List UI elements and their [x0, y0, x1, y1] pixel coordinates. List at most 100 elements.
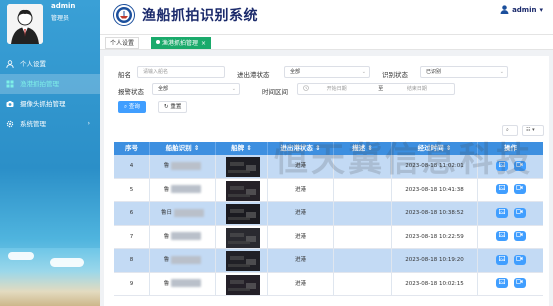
port-status-value: 全部	[290, 69, 301, 75]
cell-plate[interactable]	[216, 178, 268, 201]
reset-button[interactable]: ↻ 重置	[158, 101, 188, 113]
view-image-button[interactable]	[495, 278, 508, 288]
col-header-plate[interactable]: 船牌 ⇕	[216, 142, 268, 155]
cell-plate[interactable]	[216, 202, 268, 225]
plate-image[interactable]	[226, 227, 260, 248]
cell-plate[interactable]	[216, 225, 268, 248]
sidebar-user-role: 管理员	[51, 15, 70, 22]
time-range-label: 时间区间	[262, 88, 288, 96]
blurred-ship-id	[171, 161, 202, 170]
search-button-label: 查询	[128, 104, 140, 110]
user-icon	[6, 60, 14, 68]
close-icon[interactable]: ×	[201, 40, 206, 47]
view-image-button[interactable]	[495, 160, 508, 171]
play-video-button[interactable]	[513, 278, 526, 288]
cell-plate[interactable]	[216, 249, 268, 272]
chevron-down-icon: ▾	[532, 127, 535, 133]
plate-image[interactable]	[226, 180, 260, 201]
tab-port-capture[interactable]: 渔港抓拍管理 ×	[151, 37, 212, 49]
cell-ship: 鲁	[150, 225, 216, 248]
play-video-button[interactable]	[513, 160, 526, 171]
table-row[interactable]: 5 鲁 进港 2023-08-18 10:41:38	[114, 178, 543, 202]
table-row[interactable]: 9 鲁 进港 2023-08-18 10:02:15	[114, 272, 543, 296]
recog-status-select[interactable]: 已识别 ⌄	[420, 66, 508, 78]
col-header-label: 进出港状态	[280, 144, 313, 152]
col-header-time[interactable]: 经过时间 ⇕	[392, 142, 478, 155]
plate-image[interactable]	[226, 204, 260, 224]
cell-desc	[334, 202, 392, 225]
sidebar-item-port-capture[interactable]: 渔港抓拍管理	[0, 74, 100, 94]
cell-actions	[478, 226, 543, 249]
cell-actions	[478, 179, 543, 202]
blurred-ship-id	[171, 279, 202, 287]
alarm-status-label: 报警状态	[118, 88, 144, 96]
sidebar-item-personal-settings[interactable]: 个人设置	[0, 54, 100, 74]
table-row[interactable]: 7 鲁 进港 2023-08-18 10:22:59	[114, 225, 543, 249]
toolbar-columns-toggle[interactable]: ☷ ▾	[522, 125, 544, 136]
plate-image[interactable]	[226, 251, 260, 271]
ship-prefix: 鲁	[163, 280, 170, 287]
ship-prefix: 鲁日	[160, 210, 172, 216]
table-row[interactable]: 4 鲁 进港 2023-08-18 11:02:01	[114, 155, 543, 179]
table-header: 序号 船舶识别 ⇕ 船牌 ⇕ 进出港状态 ⇕ 描述 ⇕ 经过时间 ⇕ 操作	[114, 142, 543, 155]
cell-time: 2023-08-18 10:22:59	[392, 225, 478, 248]
port-status-select[interactable]: 全部 ⌄	[284, 66, 370, 78]
table-row[interactable]: 8 鲁 进港 2023-08-18 10:19:20	[114, 249, 543, 273]
cell-time: 2023-08-18 10:38:52	[392, 202, 478, 225]
view-image-button[interactable]	[495, 184, 508, 194]
col-header-label: 经过时间	[417, 144, 444, 152]
cell-plate[interactable]	[216, 272, 268, 295]
video-icon	[516, 279, 523, 284]
cell-ship: 鲁	[150, 249, 216, 272]
col-header-ship[interactable]: 船舶识别 ⇕	[150, 142, 216, 155]
search-button[interactable]: ⌕ 查询	[118, 101, 146, 113]
cell-actions	[478, 249, 543, 272]
cell-plate[interactable]	[216, 155, 268, 178]
header-user-menu[interactable]: admin ▾	[500, 5, 543, 14]
cell-time: 2023-08-18 10:02:15	[392, 272, 478, 295]
col-header-desc[interactable]: 描述 ⇕	[334, 142, 392, 155]
toolbar-search-toggle[interactable]: ⌕	[502, 125, 518, 136]
ship-name-input[interactable]: 请输入船名	[137, 66, 225, 78]
tab-bar: 个人设置 渔港抓拍管理 ×	[100, 34, 553, 50]
play-video-button[interactable]	[513, 231, 526, 241]
active-dot-icon	[156, 40, 160, 44]
video-icon	[516, 161, 523, 167]
recog-status-label: 识别状态	[382, 71, 408, 79]
sidebar-item-camera-capture[interactable]: 摄像头抓拍管理	[0, 94, 100, 114]
image-icon	[498, 279, 505, 285]
cell-time: 2023-08-18 10:41:38	[392, 178, 478, 201]
sidebar-item-label: 摄像头抓拍管理	[20, 100, 66, 108]
cell-port-status: 进港	[268, 178, 334, 201]
plate-image[interactable]	[226, 157, 260, 177]
time-range-picker[interactable]: 开始日期 至 结束日期	[297, 83, 455, 95]
image-icon	[498, 185, 505, 191]
view-image-button[interactable]	[495, 231, 508, 241]
alarm-status-select[interactable]: 全部 ⌄	[152, 83, 240, 95]
image-icon	[498, 255, 505, 261]
col-header-index[interactable]: 序号	[114, 142, 150, 155]
tab-personal-settings[interactable]: 个人设置	[105, 37, 140, 49]
sort-icon: ⇕	[246, 144, 252, 152]
sidebar-nav: 个人设置 渔港抓拍管理 摄像头抓拍管理 系统管理 ›	[0, 54, 100, 134]
sort-icon: ⇕	[315, 144, 321, 152]
view-image-button[interactable]	[495, 207, 508, 218]
sort-icon: ⇕	[445, 144, 452, 152]
col-header-label: 描述	[352, 144, 366, 152]
cell-desc	[334, 272, 392, 295]
logo-icon	[113, 4, 135, 26]
cell-index: 5	[114, 178, 150, 201]
video-icon	[516, 232, 523, 237]
plate-image[interactable]	[226, 274, 260, 295]
video-icon	[516, 255, 523, 261]
sidebar-item-system-management[interactable]: 系统管理 ›	[0, 114, 100, 134]
table-row[interactable]: 6 鲁日 进港 2023-08-18 10:38:52	[114, 202, 543, 226]
tab-label: 个人设置	[110, 40, 135, 47]
image-icon	[498, 208, 505, 214]
play-video-button[interactable]	[513, 207, 526, 218]
play-video-button[interactable]	[513, 254, 526, 265]
view-image-button[interactable]	[495, 254, 508, 265]
main-content: 船名 请输入船名 进出港状态 全部 ⌄ 识别状态 已识别 ⌄ 报警状态 全部 ⌄ 时间…	[104, 56, 549, 306]
play-video-button[interactable]	[513, 184, 526, 194]
col-header-port-status[interactable]: 进出港状态 ⇕	[268, 142, 334, 155]
